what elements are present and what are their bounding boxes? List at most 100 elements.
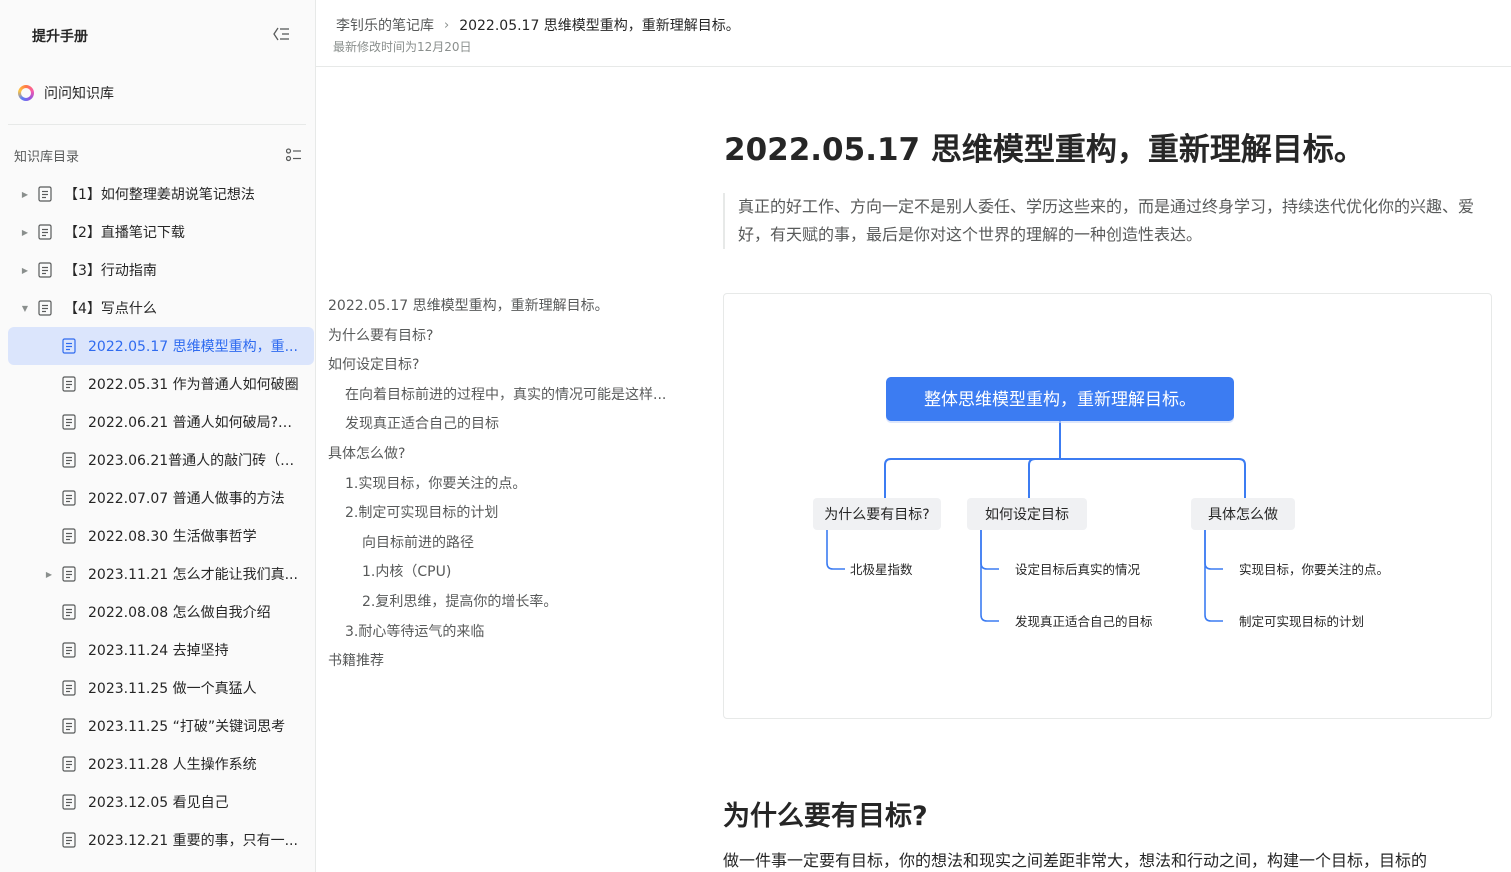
outline-item[interactable]: 2.复利思维，提高你的增长率。 xyxy=(328,588,698,618)
sidebar-item[interactable]: 2023.11.28 人生操作系统 xyxy=(8,745,314,783)
document-title: 2022.05.17 思维模型重构，重新理解目标。 xyxy=(724,132,1365,168)
breadcrumb-current: 2022.05.17 思维模型重构，重新理解目标。 xyxy=(459,18,740,34)
document-icon xyxy=(62,490,76,506)
sidebar-item-label: 【3】行动指南 xyxy=(64,263,157,279)
sidebar-item-label: 2023.06.21普通人的敲门砖（内... xyxy=(88,453,304,469)
ask-knowledge-base-button[interactable]: 问问知识库 xyxy=(18,82,114,104)
collapse-sidebar-icon[interactable] xyxy=(272,26,290,42)
document-icon xyxy=(62,376,76,392)
mindmap-connector xyxy=(980,530,999,622)
sidebar-item-label: 2023.11.25 做一个真猛人 xyxy=(88,681,257,697)
sidebar-item-label: 2023.12.21 重要的事，只有一... xyxy=(88,833,298,849)
toc-view-toggle-icon[interactable] xyxy=(286,148,302,162)
outline-item[interactable]: 2022.05.17 思维模型重构，重新理解目标。 xyxy=(328,292,698,322)
toc-tree: ▶ 【1】如何整理姜胡说笔记想法 ▶ 【2】直播笔记下载 ▶ 【3】行动指南 ▼ 【4】写点什… xyxy=(8,175,314,859)
sidebar-item-label: 2022.05.17 思维模型重构，重... xyxy=(88,339,298,355)
sidebar-item-label: 2022.08.08 怎么做自我介绍 xyxy=(88,605,271,621)
document-icon xyxy=(62,756,76,772)
sidebar-item[interactable]: 2022.05.31 作为普通人如何破圈 xyxy=(8,365,314,403)
outline-item[interactable]: 具体怎么做? xyxy=(328,440,698,470)
document-icon xyxy=(62,566,76,582)
mindmap-connector xyxy=(1204,530,1223,570)
outline-item[interactable]: 如何设定目标? xyxy=(328,351,698,381)
sidebar-item[interactable]: ▶ 【3】行动指南 xyxy=(8,251,314,289)
knowledge-base-title[interactable]: 提升手册 xyxy=(32,26,88,46)
document-icon xyxy=(62,414,76,430)
sidebar-item-label: 2023.11.28 人生操作系统 xyxy=(88,757,257,773)
toc-title: 知识库目录 xyxy=(14,150,80,165)
sidebar-item[interactable]: 2023.12.05 看见自己 xyxy=(8,783,314,821)
intro-quote: 真正的好工作、方向一定不是别人委任、学历这些来的，而是通过终身学习，持续迭代优化… xyxy=(723,193,1489,249)
ask-knowledge-base-label: 问问知识库 xyxy=(44,86,114,102)
mindmap-leaf-label: 制定可实现目标的计划 xyxy=(1239,614,1364,629)
document-icon xyxy=(38,186,52,202)
outline-item[interactable]: 书籍推荐 xyxy=(328,647,698,677)
caret-right-icon[interactable]: ▶ xyxy=(20,189,30,199)
sidebar-item[interactable]: ▶ 【2】直播笔记下载 xyxy=(8,213,314,251)
sidebar-item[interactable]: 2022.07.07 普通人做事的方法 xyxy=(8,479,314,517)
section-heading: 为什么要有目标? xyxy=(723,801,928,832)
sidebar-item-label: 2023.11.21 怎么才能让我们真... xyxy=(88,567,298,583)
ai-orb-icon xyxy=(18,85,34,101)
outline-item[interactable]: 3.耐心等待运气的来临 xyxy=(328,618,698,648)
sidebar-item[interactable]: 2023.11.25 “打破”关键词思考 xyxy=(8,707,314,745)
mindmap-connector xyxy=(884,458,1246,498)
sidebar-item-label: 2023.11.25 “打破”关键词思考 xyxy=(88,719,286,735)
sidebar-item-label: 2023.11.24 去掉坚持 xyxy=(88,643,229,659)
mindmap-connector xyxy=(1028,458,1036,498)
sidebar-item-label: 2022.07.07 普通人做事的方法 xyxy=(88,491,285,507)
sidebar-item[interactable]: 2022.08.08 怎么做自我介绍 xyxy=(8,593,314,631)
mindmap-connector xyxy=(980,530,999,570)
caret-right-icon[interactable]: ▶ xyxy=(20,265,30,275)
sidebar-item-label: 2023.12.05 看见自己 xyxy=(88,795,229,811)
sidebar-item[interactable]: 2022.06.21 普通人如何破局?（... xyxy=(8,403,314,441)
outline-item[interactable]: 2.制定可实现目标的计划 xyxy=(328,499,698,529)
mindmap-leaf-label: 发现真正适合自己的目标 xyxy=(1015,614,1153,629)
document-icon xyxy=(62,338,76,354)
caret-right-icon[interactable]: ▶ xyxy=(20,227,30,237)
sidebar-item-label: 2022.05.31 作为普通人如何破圈 xyxy=(88,377,299,393)
sidebar: 提升手册 问问知识库 知识库目录 ▶ 【1】如何整理姜胡说笔记想法 ▶ 【2】直播笔记… xyxy=(0,0,316,872)
outline-item[interactable]: 向目标前进的路径 xyxy=(328,529,698,559)
sidebar-item-label: 2022.08.30 生活做事哲学 xyxy=(88,529,257,545)
mindmap-root-label: 整体思维模型重构，重新理解目标。 xyxy=(924,390,1196,410)
outline-item[interactable]: 为什么要有目标? xyxy=(328,322,698,352)
mindmap-connector xyxy=(1204,530,1223,622)
document-icon xyxy=(38,300,52,316)
sidebar-item[interactable]: 2023.12.21 重要的事，只有一... xyxy=(8,821,314,859)
sidebar-item[interactable]: 2023.11.24 去掉坚持 xyxy=(8,631,314,669)
sidebar-item-label: 【2】直播笔记下载 xyxy=(64,225,185,241)
sidebar-divider xyxy=(8,124,306,125)
sidebar-item[interactable]: 2023.11.25 做一个真猛人 xyxy=(8,669,314,707)
mindmap-leaf-label: 北极星指数 xyxy=(850,562,913,577)
last-modified-text: 最新修改时间为12月20日 xyxy=(333,40,472,54)
sidebar-item[interactable]: 2023.06.21普通人的敲门砖（内... xyxy=(8,441,314,479)
document-icon xyxy=(62,642,76,658)
mindmap-branch-label: 具体怎么做 xyxy=(1208,507,1278,523)
outline-item[interactable]: 1.实现目标，你要关注的点。 xyxy=(328,470,698,500)
sidebar-item[interactable]: 2022.08.30 生活做事哲学 xyxy=(8,517,314,555)
sidebar-item-label: 【4】写点什么 xyxy=(64,301,157,317)
document-icon xyxy=(62,680,76,696)
document-icon xyxy=(38,262,52,278)
sidebar-item[interactable]: ▶ 【1】如何整理姜胡说笔记想法 xyxy=(8,175,314,213)
mindmap-leaf-label: 实现目标，你要关注的点。 xyxy=(1239,562,1389,577)
outline-item[interactable]: 发现真正适合自己的目标 xyxy=(328,410,698,440)
outline-item[interactable]: 在向着目标前进的过程中，真实的情况可能是这样... xyxy=(328,381,698,411)
caret-right-icon[interactable]: ▶ xyxy=(44,569,54,579)
breadcrumb-chevron-icon: › xyxy=(444,17,450,33)
sidebar-item[interactable]: ▼ 【4】写点什么 xyxy=(8,289,314,327)
document-icon xyxy=(38,224,52,240)
document-icon xyxy=(62,452,76,468)
outline-item[interactable]: 1.内核（CPU) xyxy=(328,558,698,588)
mindmap-card[interactable]: 整体思维模型重构，重新理解目标。 为什么要有目标? 北极星指数 如何设定目标 设定目标后… xyxy=(723,293,1492,719)
sidebar-item[interactable]: ▶ 2023.11.21 怎么才能让我们真... xyxy=(8,555,314,593)
sidebar-item-label: 2022.06.21 普通人如何破局?（... xyxy=(88,415,304,431)
document-icon xyxy=(62,832,76,848)
sidebar-item[interactable]: 2022.05.17 思维模型重构，重... xyxy=(8,327,314,365)
mindmap-canvas: 整体思维模型重构，重新理解目标。为什么要有目标? 北极星指数 如何设定目标设定目标后… xyxy=(813,377,1389,629)
mindmap-connector xyxy=(826,530,845,570)
caret-down-icon[interactable]: ▼ xyxy=(20,303,30,313)
breadcrumb-root-link[interactable]: 李钊乐的笔记库 xyxy=(336,15,434,35)
document-icon xyxy=(62,604,76,620)
